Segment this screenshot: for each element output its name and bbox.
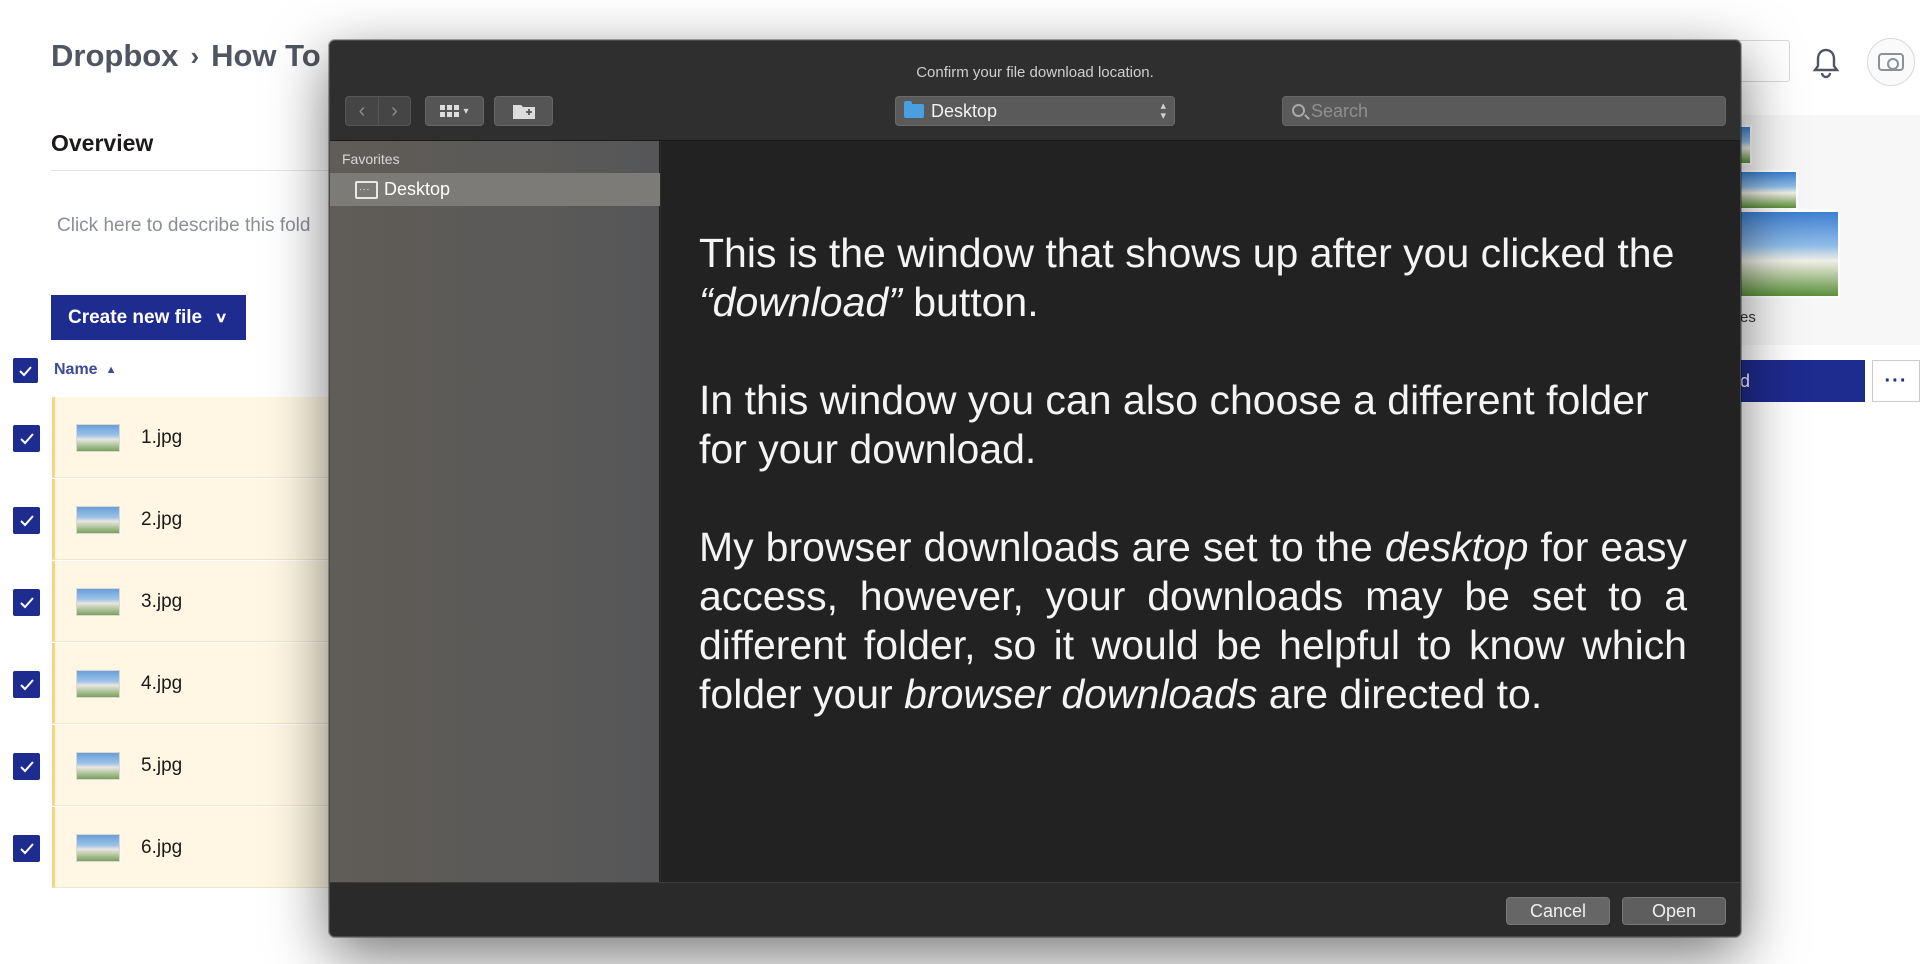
file-row[interactable]: 2.jpg: [0, 479, 340, 561]
location-dropdown[interactable]: Desktop ▴ ▾: [895, 96, 1175, 126]
breadcrumb-separator: ›: [190, 40, 200, 71]
avatar[interactable]: [1867, 38, 1915, 86]
dialog-toolbar: Confirm your file download location. ‹ ›…: [330, 41, 1740, 141]
row-checkbox[interactable]: [13, 671, 40, 698]
camera-icon: [1878, 53, 1904, 71]
cancel-button[interactable]: Cancel: [1506, 897, 1610, 925]
file-name[interactable]: 3.jpg: [141, 591, 182, 613]
row-checkbox[interactable]: [13, 753, 40, 780]
navigation-buttons: ‹ ›: [345, 96, 411, 126]
tutorial-annotation: This is the window that shows up after y…: [699, 229, 1687, 768]
download-location-dialog: Confirm your file download location. ‹ ›…: [329, 40, 1741, 937]
chevron-down-icon: ▾: [463, 105, 469, 117]
file-name[interactable]: 2.jpg: [141, 509, 182, 531]
chevron-right-icon: ›: [391, 99, 398, 122]
file-list: 1.jpg 2.jpg 3.jpg 4.jpg 5.jpg 6.jpg: [0, 397, 340, 889]
breadcrumb-root[interactable]: Dropbox: [51, 38, 178, 74]
row-checkbox[interactable]: [13, 507, 40, 534]
file-name[interactable]: 4.jpg: [141, 673, 182, 695]
image-thumbnail: [76, 752, 120, 780]
annotation-text: button.: [901, 279, 1039, 325]
chevron-down-icon: ∨: [214, 309, 228, 325]
screen: Dropbox › How To Overview Click here to …: [0, 0, 1920, 964]
file-row[interactable]: 4.jpg: [0, 643, 340, 725]
file-row[interactable]: 3.jpg: [0, 561, 340, 643]
favorites-section-label: Favorites: [342, 151, 400, 167]
annotation-paragraph-1: This is the window that shows up after y…: [699, 229, 1687, 327]
create-new-file-label: Create new file: [68, 306, 203, 328]
open-button[interactable]: Open: [1622, 897, 1726, 925]
name-column-header[interactable]: Name ▲: [54, 361, 116, 379]
view-mode-button[interactable]: ▾: [425, 96, 484, 126]
annotation-emphasis: “download”: [699, 279, 902, 325]
file-row[interactable]: 6.jpg: [0, 807, 340, 889]
icon-grid-icon: [440, 105, 460, 117]
dialog-title: Confirm your file download location.: [916, 64, 1154, 81]
folder-description[interactable]: Click here to describe this fold: [57, 215, 310, 237]
file-name[interactable]: 5.jpg: [141, 755, 182, 777]
download-button[interactable]: d: [1732, 360, 1865, 402]
image-thumbnail: [76, 834, 120, 862]
image-thumbnail: [76, 424, 120, 452]
chevron-left-icon: ‹: [358, 99, 366, 122]
annotation-paragraph-3: My browser downloads are set to the desk…: [699, 523, 1687, 719]
new-folder-button[interactable]: [494, 96, 553, 126]
image-thumbnail: [76, 670, 120, 698]
search-field[interactable]: Search: [1282, 96, 1726, 126]
file-row[interactable]: 1.jpg: [0, 397, 340, 479]
folder-preview: [1730, 115, 1920, 345]
updown-arrows-icon: ▴ ▾: [1160, 100, 1166, 122]
annotation-text: My browser downloads are set to the: [699, 524, 1385, 570]
annotation-text: This is the window that shows up after y…: [699, 230, 1675, 276]
select-all-checkbox[interactable]: [13, 358, 38, 383]
breadcrumb: Dropbox › How To: [51, 38, 321, 74]
file-row[interactable]: 5.jpg: [0, 725, 340, 807]
row-checkbox[interactable]: [13, 589, 40, 616]
sidebar-item-label: Desktop: [384, 179, 451, 199]
sidebar-item-desktop[interactable]: Desktop: [330, 173, 660, 206]
new-folder-icon: [512, 105, 535, 119]
desktop-icon: [355, 180, 378, 199]
annotation-text: are directed to.: [1257, 671, 1543, 717]
search-icon: [1292, 104, 1305, 117]
divider: [51, 170, 351, 171]
preview-label: es: [1740, 309, 1756, 326]
dialog-footer: Cancel Open: [330, 882, 1740, 936]
create-new-file-button[interactable]: Create new file ∨: [51, 295, 246, 340]
overview-heading: Overview: [51, 130, 154, 156]
annotation-paragraph-2: In this window you can also choose a dif…: [699, 377, 1649, 472]
name-column-label: Name: [54, 361, 98, 378]
image-thumbnail: [76, 588, 120, 616]
image-thumbnail: [76, 506, 120, 534]
download-button-label: d: [1740, 370, 1751, 391]
row-checkbox[interactable]: [13, 835, 40, 862]
row-checkbox[interactable]: [13, 425, 40, 452]
annotation-emphasis: desktop: [1384, 524, 1529, 570]
sort-ascending-icon: ▲: [105, 364, 117, 376]
back-button[interactable]: ‹: [345, 96, 378, 126]
notification-bell-icon[interactable]: [1810, 46, 1842, 80]
file-name[interactable]: 6.jpg: [141, 837, 182, 859]
more-options-button[interactable]: ···: [1872, 360, 1920, 402]
location-value: Desktop: [931, 100, 998, 121]
preview-image: [1730, 210, 1840, 298]
file-name[interactable]: 1.jpg: [141, 427, 182, 449]
forward-button[interactable]: ›: [378, 96, 411, 126]
file-browser-pane: This is the window that shows up after y…: [661, 141, 1740, 882]
annotation-emphasis: browser downloads: [904, 671, 1258, 717]
folder-icon: [904, 101, 924, 118]
search-placeholder: Search: [1311, 100, 1369, 121]
dialog-sidebar: Favorites Desktop: [330, 141, 660, 882]
breadcrumb-current[interactable]: How To: [211, 38, 321, 74]
